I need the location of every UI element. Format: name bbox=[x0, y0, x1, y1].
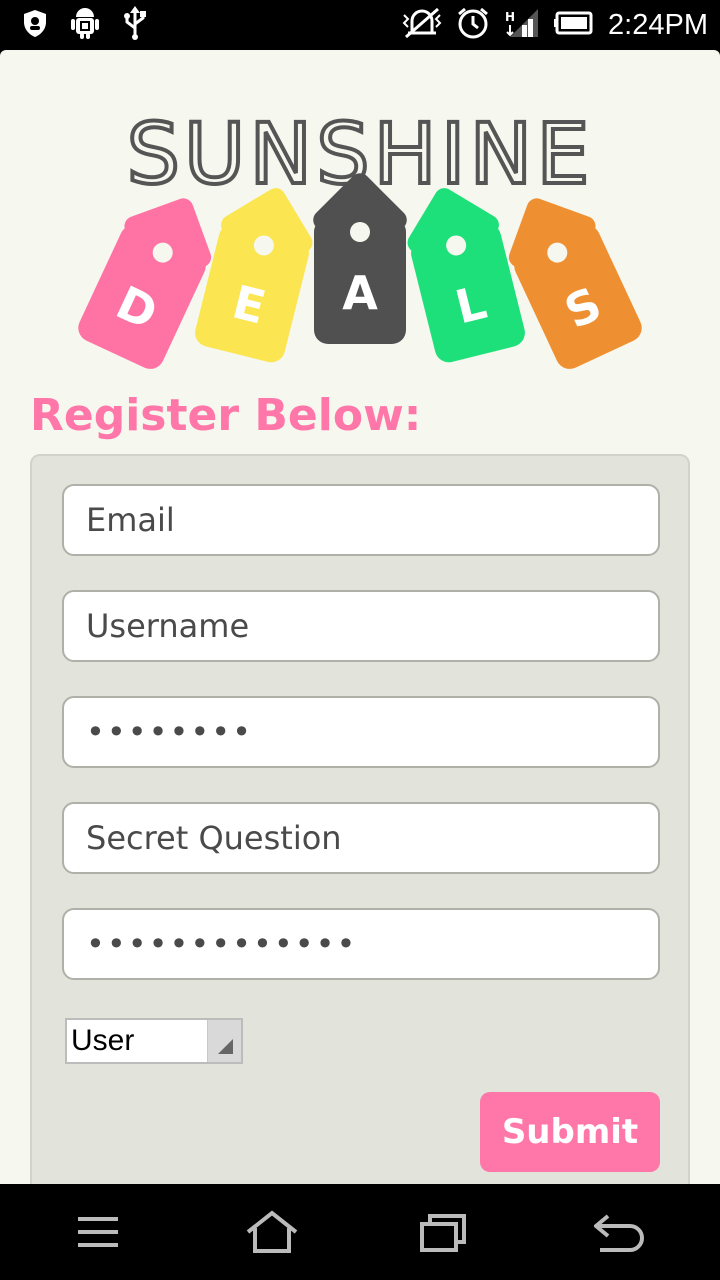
usb-icon bbox=[122, 6, 148, 44]
vibrate-off-icon bbox=[402, 7, 442, 43]
alarm-icon bbox=[456, 6, 490, 44]
tag-d: D bbox=[73, 220, 211, 374]
password-field[interactable]: •••••••• bbox=[62, 696, 660, 768]
deals-tags-logo: D E A L S bbox=[0, 210, 720, 374]
page-title: Register Below: bbox=[30, 390, 422, 441]
app-content: SUNSHINE D E A L S Register Below: Email… bbox=[0, 50, 720, 1184]
recent-apps-icon[interactable] bbox=[404, 1204, 484, 1260]
tag-l: L bbox=[408, 220, 528, 366]
tag-letter: E bbox=[227, 274, 271, 335]
clock-time: 2:24PM bbox=[608, 8, 708, 41]
username-field[interactable]: Username bbox=[62, 590, 660, 662]
navigation-bar bbox=[0, 1184, 720, 1280]
dropdown-arrow-icon bbox=[207, 1020, 241, 1062]
tag-letter: D bbox=[108, 275, 166, 341]
shield-icon bbox=[22, 8, 48, 42]
email-field[interactable]: Email bbox=[62, 484, 660, 556]
battery-icon bbox=[554, 11, 594, 39]
tag-letter: S bbox=[556, 276, 610, 340]
status-bar: H 2:24PM bbox=[0, 0, 720, 50]
tag-letter: A bbox=[342, 266, 378, 320]
secret-answer-field[interactable]: ••••••••••••• bbox=[62, 908, 660, 980]
home-icon[interactable] bbox=[232, 1204, 312, 1260]
signal-icon: H bbox=[504, 7, 540, 43]
svg-text:H: H bbox=[505, 10, 515, 24]
back-icon[interactable] bbox=[580, 1204, 660, 1260]
tag-letter: L bbox=[450, 274, 492, 335]
tag-a: A bbox=[314, 218, 406, 344]
registration-form: Email Username •••••••• Secret Question … bbox=[30, 454, 690, 1184]
secret-question-field[interactable]: Secret Question bbox=[62, 802, 660, 874]
tag-e: E bbox=[192, 220, 312, 366]
tag-s: S bbox=[509, 220, 647, 374]
role-select-value: User bbox=[71, 1024, 135, 1057]
menu-icon[interactable] bbox=[58, 1204, 138, 1260]
role-select[interactable]: User bbox=[65, 1018, 243, 1064]
android-debug-icon bbox=[70, 6, 100, 44]
submit-button[interactable]: Submit bbox=[480, 1092, 660, 1172]
